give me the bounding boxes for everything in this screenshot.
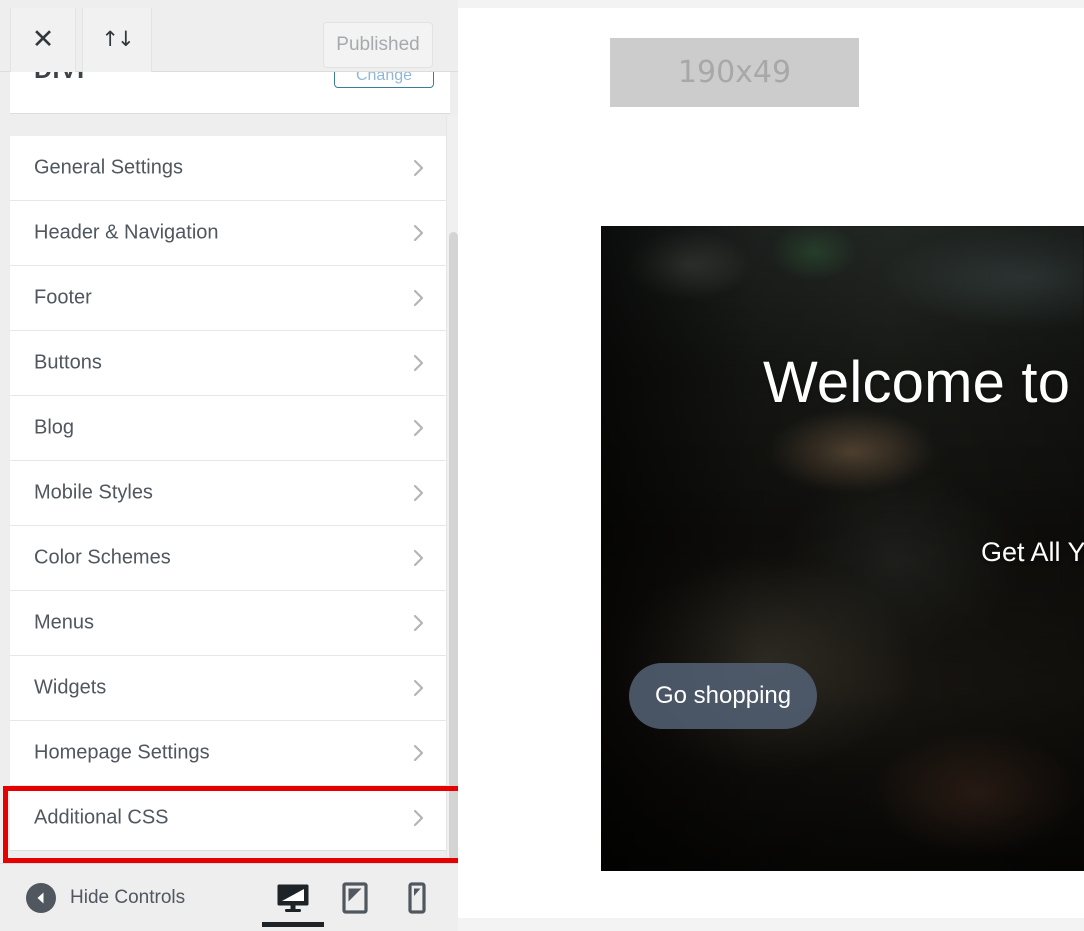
chevron-right-icon bbox=[410, 549, 428, 567]
chevron-right-icon bbox=[410, 744, 428, 762]
sidebar-item-color-schemes[interactable]: Color Schemes bbox=[10, 526, 450, 591]
mobile-icon bbox=[408, 882, 426, 914]
section-label: Footer bbox=[34, 286, 92, 309]
chevron-right-icon bbox=[410, 354, 428, 372]
change-theme-label: Change bbox=[355, 72, 413, 84]
sidebar-item-homepage-settings[interactable]: Homepage Settings bbox=[10, 721, 450, 786]
hero-section: Welcome to Get All Yo Go shopping bbox=[601, 226, 1084, 871]
section-label: Color Schemes bbox=[34, 546, 171, 569]
sidebar-item-buttons[interactable]: Buttons bbox=[10, 331, 450, 396]
panel-bottombar: Hide Controls bbox=[0, 863, 458, 931]
device-button-desktop[interactable] bbox=[262, 864, 324, 931]
active-theme-name: DIVI bbox=[34, 72, 85, 85]
section-label: Buttons bbox=[34, 351, 102, 374]
chevron-right-icon bbox=[410, 484, 428, 502]
publish-button[interactable]: Published bbox=[323, 22, 433, 68]
tablet-icon bbox=[342, 882, 368, 914]
hero-title: Welcome to bbox=[763, 350, 1071, 415]
section-label: Widgets bbox=[34, 676, 107, 699]
sidebar-item-header-navigation[interactable]: Header & Navigation bbox=[10, 201, 450, 266]
desktop-icon bbox=[276, 883, 310, 913]
chevron-left-circle-icon bbox=[26, 882, 56, 913]
chevron-right-icon bbox=[410, 809, 428, 827]
hide-controls-button[interactable]: Hide Controls bbox=[26, 882, 186, 913]
sidebar-item-footer[interactable]: Footer bbox=[10, 266, 450, 331]
section-label: General Settings bbox=[34, 156, 183, 179]
section-label: Additional CSS bbox=[34, 806, 169, 829]
site-preview-area: 190x49 Welcome to Get All Yo Go shopping bbox=[458, 0, 1084, 931]
sidebar-item-widgets[interactable]: Widgets bbox=[10, 656, 450, 721]
hero-cta-button[interactable]: Go shopping bbox=[629, 663, 818, 729]
customizer-panel: ✕ ↑↓ Published DIVI Change General Setti… bbox=[0, 0, 458, 931]
section-label: Mobile Styles bbox=[34, 481, 153, 504]
customizer-app: ✕ ↑↓ Published DIVI Change General Setti… bbox=[0, 0, 1084, 931]
hide-controls-label: Hide Controls bbox=[70, 886, 186, 908]
reorder-arrows-icon: ↑↓ bbox=[101, 26, 134, 51]
chevron-right-icon bbox=[410, 224, 428, 242]
sidebar-item-mobile-styles[interactable]: Mobile Styles bbox=[10, 461, 450, 526]
section-label: Homepage Settings bbox=[34, 741, 210, 764]
close-customizer-button[interactable]: ✕ bbox=[10, 8, 76, 72]
customizer-section-list: General Settings Header & Navigation Foo… bbox=[10, 136, 450, 851]
sidebar-item-general-settings[interactable]: General Settings bbox=[10, 136, 450, 201]
site-logo-placeholder: 190x49 bbox=[610, 38, 859, 107]
site-logo-placeholder-label: 190x49 bbox=[677, 55, 792, 90]
chevron-right-icon bbox=[410, 289, 428, 307]
section-label: Blog bbox=[34, 416, 75, 439]
sidebar-item-menus[interactable]: Menus bbox=[10, 591, 450, 656]
chevron-right-icon bbox=[410, 679, 428, 697]
sidebar-item-blog[interactable]: Blog bbox=[10, 396, 450, 461]
reorder-panels-button[interactable]: ↑↓ bbox=[82, 8, 152, 72]
device-button-mobile[interactable] bbox=[386, 864, 448, 931]
sidebar-item-additional-css[interactable]: Additional CSS bbox=[10, 786, 450, 851]
device-button-tablet[interactable] bbox=[324, 864, 386, 931]
chevron-right-icon bbox=[410, 159, 428, 177]
site-preview-frame: 190x49 Welcome to Get All Yo Go shopping bbox=[458, 8, 1084, 918]
close-icon: ✕ bbox=[31, 23, 55, 55]
panel-scrollbar-thumb[interactable] bbox=[449, 232, 458, 931]
section-label: Menus bbox=[34, 611, 95, 634]
chevron-right-icon bbox=[410, 419, 428, 437]
active-theme-strip: DIVI Change bbox=[10, 72, 450, 114]
panel-scrollbar-track[interactable] bbox=[446, 116, 458, 931]
change-theme-button[interactable]: Change bbox=[334, 72, 434, 88]
chevron-right-icon bbox=[410, 614, 428, 632]
panel-topbar: ✕ ↑↓ Published bbox=[0, 0, 458, 72]
section-label: Header & Navigation bbox=[34, 221, 219, 244]
preview-bottom-strip bbox=[458, 918, 1084, 931]
hero-subtitle: Get All Yo bbox=[981, 537, 1084, 567]
device-preview-switcher bbox=[262, 864, 448, 931]
